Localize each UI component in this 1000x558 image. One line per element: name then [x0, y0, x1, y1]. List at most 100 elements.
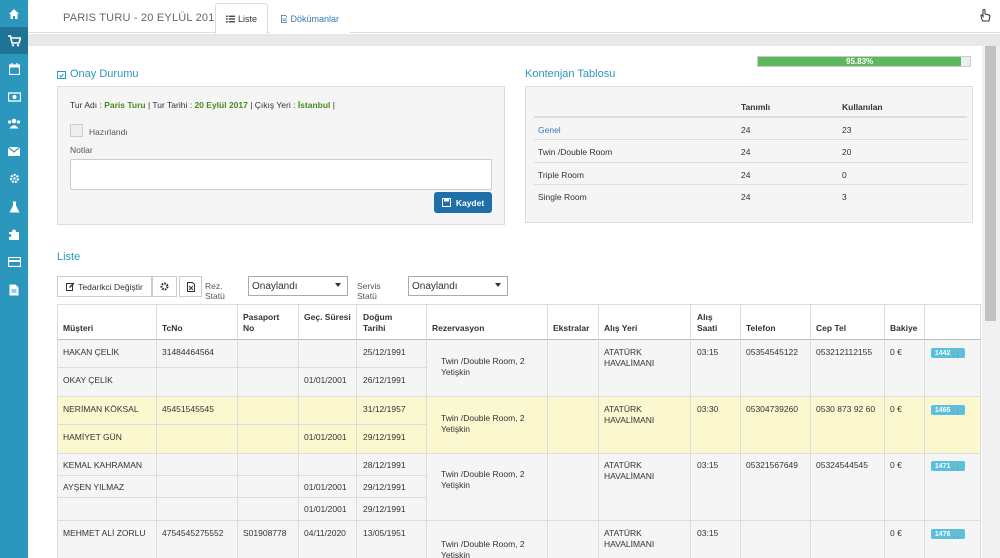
col-header-phone: Telefon — [746, 323, 776, 333]
save-button[interactable]: Kaydet — [434, 192, 492, 213]
quota-progress-bar: 95.83% — [757, 56, 971, 67]
notes-textarea[interactable] — [70, 159, 492, 190]
excel-export-button[interactable] — [179, 276, 202, 297]
customer-validity: 04/11/2020 — [304, 528, 346, 538]
badge-number: 1476 — [934, 530, 951, 538]
quota-row-name-link[interactable]: Genel — [538, 125, 561, 135]
customer-validity: 01/01/2001 — [304, 482, 347, 492]
service-status-value: Onaylandı — [412, 280, 458, 292]
col-header-tcno: TcNo — [162, 323, 183, 333]
quota-row-defined: 24 — [741, 147, 751, 157]
passenger-table: Müşteri TcNo Pasaport No Geç. Süresi Doğ… — [57, 304, 981, 558]
reservation: Twin /Double Room, 2 Yetişkin — [441, 356, 525, 377]
customer-birth: 29/12/1991 — [363, 482, 406, 492]
approval-panel: Tur Adı : Paris Turu | Tur Tarihi : 20 E… — [57, 86, 505, 225]
settings-button[interactable] — [152, 276, 177, 297]
customer-name: OKAY ÇELİK — [63, 375, 113, 385]
pickup-place: ATATÜRK HAVALİMANI — [604, 404, 655, 425]
pickup-place: ATATÜRK HAVALİMANI — [604, 460, 655, 481]
gear-icon[interactable] — [0, 165, 28, 192]
col-header-birth-date: Doğum Tarihi — [363, 312, 393, 333]
cart-icon: 🛒 — [952, 531, 962, 538]
mobile: 053212112155 — [816, 347, 873, 357]
tour-name-label: Tur Adı : — [70, 100, 102, 110]
col-header-reservation: Rezervasyon — [432, 323, 485, 333]
customer-validity: 01/01/2001 — [304, 375, 347, 385]
flask-icon[interactable] — [0, 193, 28, 220]
scrollbar-thumb[interactable] — [985, 46, 996, 321]
vertical-scrollbar[interactable] — [982, 46, 1000, 558]
customer-birth: 25/12/1991 — [363, 347, 406, 357]
home-icon[interactable] — [0, 0, 28, 27]
quota-row-name: Single Room — [538, 192, 587, 202]
customer-birth: 31/12/1957 — [363, 404, 406, 414]
list-icon — [226, 15, 235, 23]
customer-tcno: 45451545545 — [162, 404, 215, 414]
quota-row-name: Triple Room — [538, 169, 584, 180]
quota-row: Single Room 24 3 — [534, 185, 967, 208]
customer-name: MEHMET ALİ ZORLU — [63, 528, 146, 538]
quota-row-used: 3 — [842, 192, 847, 202]
tour-info: Tur Adı : Paris Turu | Tur Tarihi : 20 E… — [70, 100, 335, 110]
customer-birth: 29/12/1991 — [363, 432, 406, 442]
pointer-hand-icon[interactable] — [979, 8, 991, 24]
reservation-badge[interactable]: 1465 🛒 — [931, 405, 965, 415]
col-header-balance: Bakiye — [890, 323, 918, 333]
phone: 05321567649 — [746, 460, 799, 470]
reservation-badge[interactable]: 1476 🛒 — [931, 529, 965, 539]
customer-birth: 28/12/1991 — [363, 460, 406, 470]
balance: 0 € — [890, 460, 902, 470]
main-content: 95.83% Onay Durumu Tur Adı : Paris Turu … — [45, 46, 982, 558]
file-icon[interactable] — [0, 276, 28, 303]
badge-number: 1442 — [934, 349, 951, 357]
col-header-passport: Pasaport No — [243, 312, 280, 333]
pickup-time: 03:15 — [697, 460, 719, 470]
edit-icon — [66, 282, 75, 291]
approval-section-title: Onay Durumu — [57, 68, 138, 80]
customer-birth: 26/12/1991 — [363, 375, 406, 385]
money-icon[interactable] — [0, 83, 28, 110]
change-supplier-button[interactable]: Tedarikci Değiştir — [57, 276, 152, 297]
ready-label: Hazırlandı — [89, 127, 128, 137]
ready-checkbox[interactable] — [70, 124, 83, 137]
customer-tcno: 31484464564 — [162, 347, 215, 357]
customer-name: NERİMAN KÖKSAL — [63, 404, 139, 414]
rez-status-select[interactable]: Onaylandı — [248, 276, 348, 296]
reservation-badge[interactable]: 1442 🛒 — [931, 348, 965, 358]
rez-status-value: Onaylandı — [252, 280, 298, 292]
tab-liste[interactable]: Liste — [215, 3, 268, 34]
page-title: PARIS TURU - 20 EYLÜL 2017 — [63, 12, 221, 24]
cart-icon[interactable] — [0, 27, 28, 54]
envelope-icon[interactable] — [0, 138, 28, 165]
save-label: Kaydet — [455, 197, 485, 208]
document-icon — [281, 14, 288, 24]
users-icon[interactable] — [0, 110, 28, 137]
reservation: Twin /Double Room, 2 Yetişkin — [441, 413, 525, 434]
departure-value: İstanbul — [297, 100, 331, 110]
notes-label: Notlar — [70, 145, 93, 155]
tab-dokumanlar-label: Dökümanlar — [290, 14, 339, 24]
rez-status-label: Rez. Statü — [205, 281, 225, 301]
tab-liste-label: Liste — [237, 14, 257, 24]
phone: 05354545122 — [746, 347, 799, 357]
credit-card-icon[interactable] — [0, 248, 28, 275]
quota-row-defined: 24 — [741, 192, 751, 202]
col-header-validity: Geç. Süresi — [304, 312, 351, 322]
tour-date-value: 20 Eylül 2017 — [194, 100, 248, 110]
sidebar — [0, 0, 28, 558]
reservation-badge[interactable]: 1471 🛒 — [931, 461, 965, 471]
quota-row-used: 20 — [842, 147, 852, 157]
customer-birth: 29/12/1991 — [363, 504, 406, 514]
quota-header-used: Kullanılan — [842, 102, 883, 112]
excel-file-icon — [186, 281, 195, 292]
balance: 0 € — [890, 404, 902, 414]
badge-number: 1471 — [934, 462, 951, 470]
top-bar: PARIS TURU - 20 EYLÜL 2017 Liste Döküman… — [28, 0, 1000, 34]
puzzle-icon[interactable] — [0, 221, 28, 248]
tab-dokumanlar[interactable]: Dökümanlar — [270, 3, 350, 34]
quota-header-row: Tanımlı Kullanılan — [534, 95, 967, 118]
customer-validity: 01/01/2001 — [304, 504, 347, 514]
customer-tcno: 4754545275552 — [162, 528, 224, 538]
calendar-icon[interactable] — [0, 55, 28, 82]
service-status-select[interactable]: Onaylandı — [408, 276, 508, 296]
